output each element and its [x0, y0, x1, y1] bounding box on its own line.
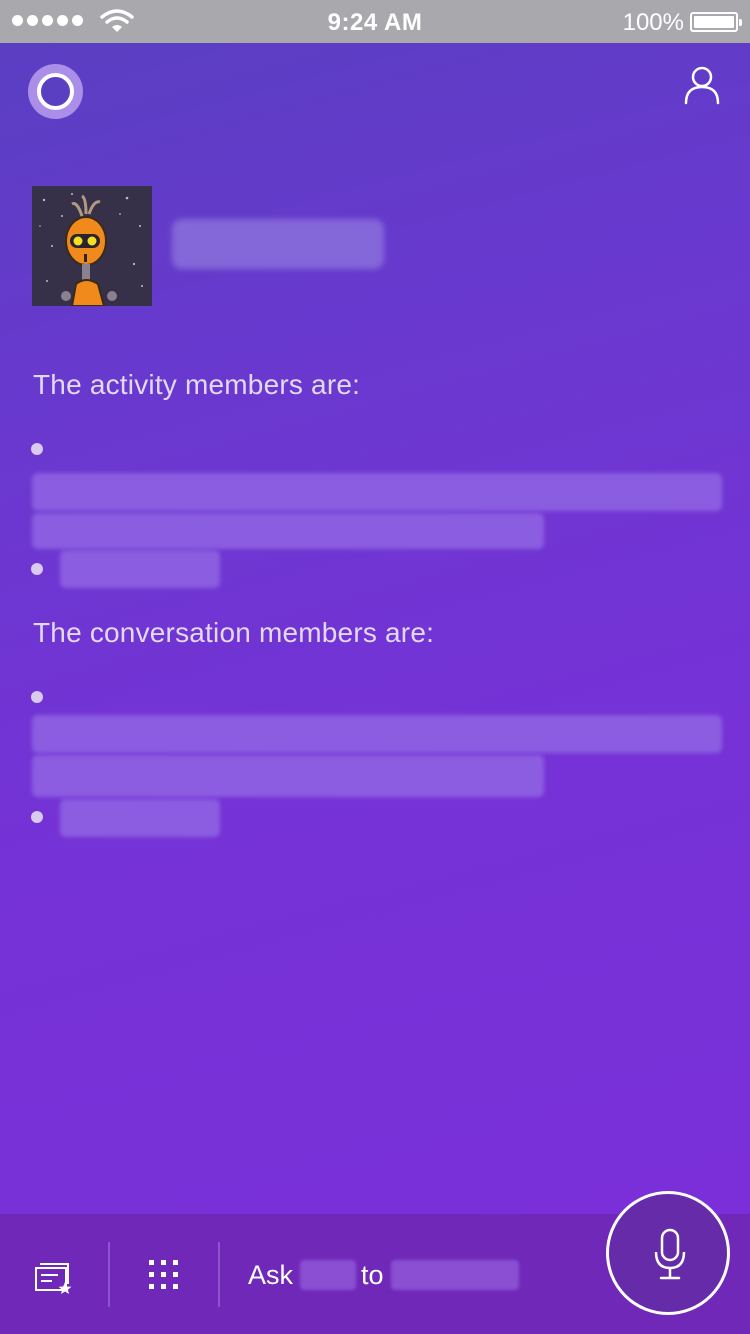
- bar-divider: [218, 1242, 220, 1307]
- redacted-member-line: [32, 513, 544, 549]
- redacted-member-line: [60, 550, 220, 588]
- list-bullet: [31, 443, 43, 455]
- ask-prompt-middle[interactable]: to: [361, 1260, 384, 1291]
- list-bullet: [31, 811, 43, 823]
- battery-percent: 100%: [622, 9, 684, 36]
- bar-divider: [108, 1242, 110, 1307]
- ask-prompt-redacted: [300, 1260, 356, 1290]
- robot-avatar-icon: [32, 186, 152, 306]
- bot-name-redacted: [172, 219, 384, 269]
- conversation-canvas: The activity members are: The conversati…: [0, 43, 750, 1214]
- microphone-button[interactable]: [606, 1191, 730, 1315]
- cortana-ring-icon[interactable]: [28, 64, 83, 119]
- activity-members-heading: The activity members are:: [33, 369, 361, 400]
- status-bar: 9:24 AM 100%: [0, 0, 750, 43]
- redacted-member-line: [32, 715, 722, 753]
- conversation-members-heading: The conversation members are:: [33, 617, 435, 648]
- ask-prompt-prefix[interactable]: Ask: [248, 1260, 293, 1291]
- redacted-member-line: [60, 799, 220, 837]
- microphone-icon: [654, 1228, 686, 1280]
- list-bullet: [31, 563, 43, 575]
- grid-dots-icon[interactable]: [148, 1259, 180, 1291]
- redacted-member-line: [32, 755, 544, 797]
- redacted-member-line: [32, 473, 722, 511]
- notebook-star-icon[interactable]: [34, 1260, 74, 1294]
- profile-person-icon[interactable]: [684, 65, 720, 105]
- ask-prompt-redacted: [391, 1260, 519, 1290]
- battery-icon: [690, 12, 742, 32]
- list-bullet: [31, 691, 43, 703]
